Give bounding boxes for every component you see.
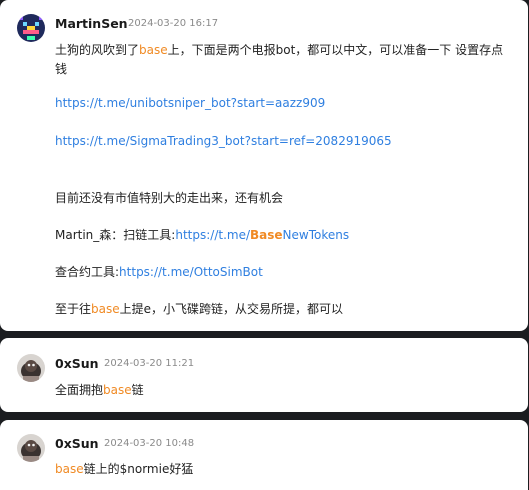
avatar[interactable] [17, 14, 45, 42]
keyword-highlight: base [91, 302, 120, 316]
message-text: 钱 [55, 62, 68, 76]
message-text: 至于往base上提e，小飞碟跨链，从交易所提，都可以 [55, 302, 344, 316]
timestamp: 2024-03-20 11:21 [104, 358, 195, 369]
link[interactable]: https://t.me/OttoSimBot [119, 265, 263, 279]
username[interactable]: MartinSen [55, 16, 128, 31]
timestamp: 2024-03-20 10:48 [104, 438, 195, 449]
keyword-highlight: base [139, 43, 168, 57]
link[interactable]: https://t.me/unibotsniper_bot?start=aazz… [55, 96, 325, 110]
timestamp: 2024-03-20 16:17 [128, 18, 219, 29]
username[interactable]: 0xSun [55, 436, 99, 451]
avatar[interactable] [17, 354, 45, 382]
message-card: MartinSen 2024-03-20 16:17 土狗的风吹到了base上，… [0, 0, 528, 331]
message-card: 0xSun 2024-03-20 11:21 全面拥抱base链 [0, 338, 528, 412]
message-text: 目前还没有市值特别大的走出来，还有机会 [55, 191, 284, 205]
link[interactable]: https://t.me/SigmaTrading3_bot?start=ref… [55, 134, 392, 148]
message-text: 土狗的风吹到了base上，下面是两个电报bot，都可以中文，可以准备一下 设置存… [55, 43, 504, 57]
message-text: 查合约工具:https://t.me/OttoSimBot [55, 265, 263, 279]
message-text: 全面拥抱base链 [55, 383, 144, 397]
message-text: Martin_森：扫链工具:https://t.me/BaseNewTokens [55, 228, 350, 242]
link[interactable]: https://t.me/BaseNewTokens [175, 228, 349, 242]
message-card: 0xSun 2024-03-20 10:48 base链上的$normie好猛 [0, 420, 528, 490]
message-text: base链上的$normie好猛 [55, 462, 194, 476]
keyword-highlight: base [55, 462, 84, 476]
keyword-highlight: base [103, 383, 132, 397]
username[interactable]: 0xSun [55, 356, 99, 371]
avatar[interactable] [17, 434, 45, 462]
